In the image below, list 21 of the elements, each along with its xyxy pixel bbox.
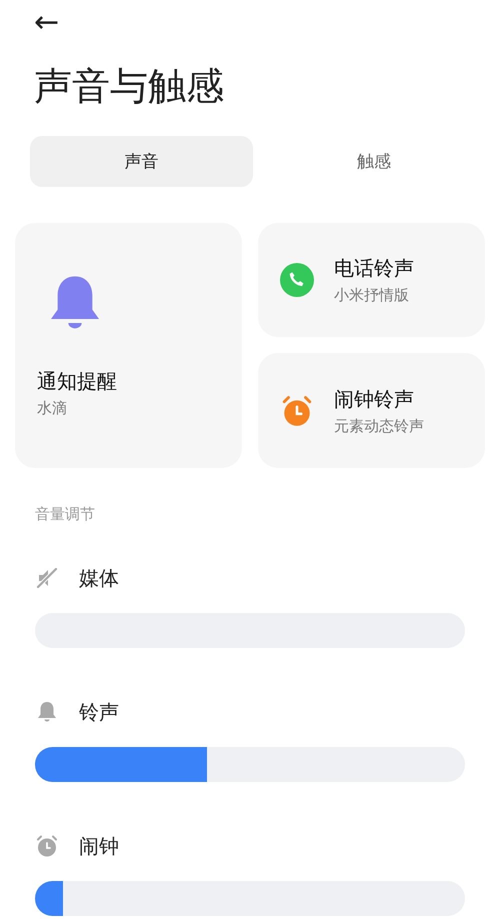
card-title: 通知提醒	[37, 368, 118, 395]
back-button[interactable]: ←	[34, 6, 60, 40]
volume-label: 媒体	[79, 564, 119, 592]
ringtone-card[interactable]: 电话铃声 小米抒情版	[258, 223, 485, 337]
card-subtitle: 水滴	[37, 398, 68, 419]
volume-label: 闹钟	[79, 832, 119, 860]
card-subtitle: 元素动态铃声	[334, 416, 424, 436]
tab[interactable]: 触感	[262, 136, 485, 187]
volume-slider[interactable]	[35, 747, 465, 782]
ringtone-card[interactable]: 闹钟铃声 元素动态铃声	[258, 353, 485, 468]
tab[interactable]: 声音	[30, 136, 252, 187]
alarm-clock-icon	[280, 394, 314, 428]
card-subtitle: 小米抒情版	[334, 285, 410, 306]
card-title: 电话铃声	[334, 255, 414, 282]
page-title: 声音与触感	[34, 63, 225, 110]
phone-icon	[280, 263, 314, 297]
card-title: 闹钟铃声	[334, 386, 415, 412]
volume-label: 铃声	[79, 698, 119, 726]
section-heading: 音量调节	[35, 504, 96, 525]
ringtone-card[interactable]: 通知提醒 水滴	[15, 223, 242, 468]
volume-slider[interactable]	[35, 881, 465, 916]
